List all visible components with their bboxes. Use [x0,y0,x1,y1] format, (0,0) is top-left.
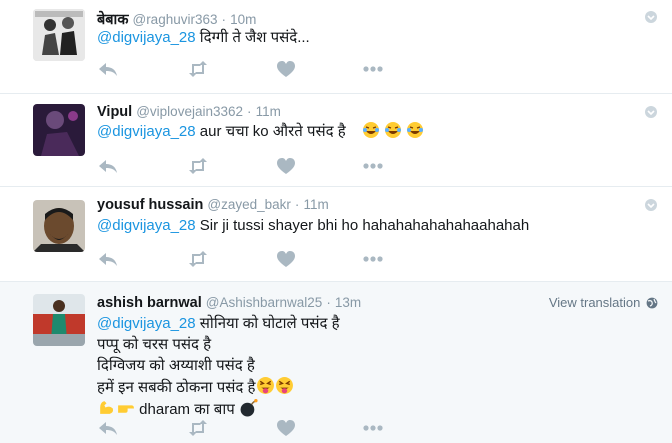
reply-icon[interactable] [97,418,119,438]
avatar[interactable] [33,104,85,156]
more-icon[interactable] [362,418,384,438]
tweet-line-text: हमें इन सबकी ठोकना पसंद है [97,379,256,396]
retweet-icon[interactable] [187,249,209,269]
tweet-line: हमें इन सबकी ठोकना पसंद है [97,376,340,398]
reply-icon[interactable] [97,249,119,269]
backhand-index-pointing-right-icon [118,405,134,413]
tweet-actions [97,418,397,438]
mention-link[interactable]: @digvijaya_28 [97,123,196,140]
retweet-icon[interactable] [187,156,209,176]
avatar[interactable] [33,294,85,346]
tweet-header: बेबाक @raghuvir363 · 10m [97,9,256,29]
fullname[interactable]: yousuf hussain [97,197,203,213]
reply-icon[interactable] [97,59,119,79]
chevron-down-icon[interactable] [644,198,658,212]
retweet-icon[interactable] [187,418,209,438]
timestamp[interactable]: 11m [303,197,328,212]
tweet-line: dharam का बाप [97,398,340,420]
chevron-down-icon[interactable] [644,10,658,24]
squinting-face-with-tongue-icon [275,377,293,394]
tweet-text-body: Sir ji tussi shayer bhi ho hahahahahahah… [195,217,530,234]
tweet-header: ashish barnwal @Ashishbarnwal25 · 13m [97,295,361,311]
face-with-tears-of-joy-icon [385,122,402,138]
avatar[interactable] [33,200,85,252]
tweet[interactable]: Vipul @viplovejain3362 · 11m @digvijaya_… [0,94,672,187]
tweet-line: दिग्विजय को अय्याशी पसंद है [97,357,255,374]
username[interactable]: @zayed_bakr [207,197,291,212]
tweet-text-body: सोनिया को घोटाले पसंद है [195,315,340,332]
tweet-line: @digvijaya_28 सोनिया को घोटाले पसंद है [97,313,340,334]
tweet-text: @digvijaya_28 Sir ji tussi shayer bhi ho… [97,215,529,236]
username[interactable]: @raghuvir363 [132,12,217,27]
globe-icon [646,297,658,309]
timestamp[interactable]: 11m [256,104,281,119]
tweet-text: @digvijaya_28 aur चचा ko औरते पसंद है [97,121,424,142]
flexed-biceps-icon [100,401,114,414]
more-icon[interactable] [362,249,384,269]
fullname[interactable]: ashish barnwal [97,295,202,311]
tweet-header: Vipul @viplovejain3362 · 11m [97,104,281,120]
tweet[interactable]: ashish barnwal @Ashishbarnwal25 · 13m Vi… [0,282,672,443]
separator: · [247,104,252,119]
face-with-tears-of-joy-icon [363,122,380,138]
more-icon[interactable] [362,59,384,79]
tweet-actions [97,156,397,176]
view-translation-link[interactable]: View translation [549,295,658,310]
timestamp[interactable]: 10m [230,12,256,27]
heart-icon[interactable] [275,418,297,438]
more-icon[interactable] [362,156,384,176]
separator: · [221,12,227,27]
tweet-text: @digvijaya_28 सोनिया को घोटाले पसंद है प… [97,313,340,420]
tweet-actions [97,249,397,269]
separator: · [326,295,331,310]
username[interactable]: @Ashishbarnwal25 [206,295,323,310]
reply-icon[interactable] [97,156,119,176]
face-with-tears-of-joy-icon [407,122,424,138]
tweet-actions [97,59,397,79]
bomb-icon [240,398,258,417]
tweet-line-text: dharam का बाप [139,401,235,418]
tweet[interactable]: yousuf hussain @zayed_bakr · 11m @digvij… [0,187,672,282]
heart-icon[interactable] [275,156,297,176]
squinting-face-with-tongue-icon [256,377,274,394]
heart-icon[interactable] [275,249,297,269]
tweet-text-body: दिग्गी ते जैश पसंदे... [195,29,310,46]
mention-link[interactable]: @digvijaya_28 [97,315,196,332]
fullname[interactable]: बेबाक [97,12,128,28]
tweet-line: पप्पू को चरस पसंद है [97,336,212,353]
heart-icon[interactable] [275,59,297,79]
tweet[interactable]: बेबाक @raghuvir363 · 10m @digvijaya_28 द… [0,0,672,94]
mention-link[interactable]: @digvijaya_28 [97,29,196,46]
tweet-text-body: aur चचा ko औरते पसंद है [195,123,346,140]
tweet-header: yousuf hussain @zayed_bakr · 11m [97,197,329,213]
fullname[interactable]: Vipul [97,104,132,120]
tweet-text: @digvijaya_28 दिग्गी ते जैश पसंदे... [97,27,310,48]
avatar[interactable] [33,9,85,61]
view-translation-label: View translation [548,295,641,310]
mention-link[interactable]: @digvijaya_28 [97,217,196,234]
separator: · [294,197,300,212]
timestamp[interactable]: 13m [335,295,361,310]
retweet-icon[interactable] [187,59,209,79]
username[interactable]: @viplovejain3362 [136,104,243,119]
chevron-down-icon[interactable] [644,105,658,119]
